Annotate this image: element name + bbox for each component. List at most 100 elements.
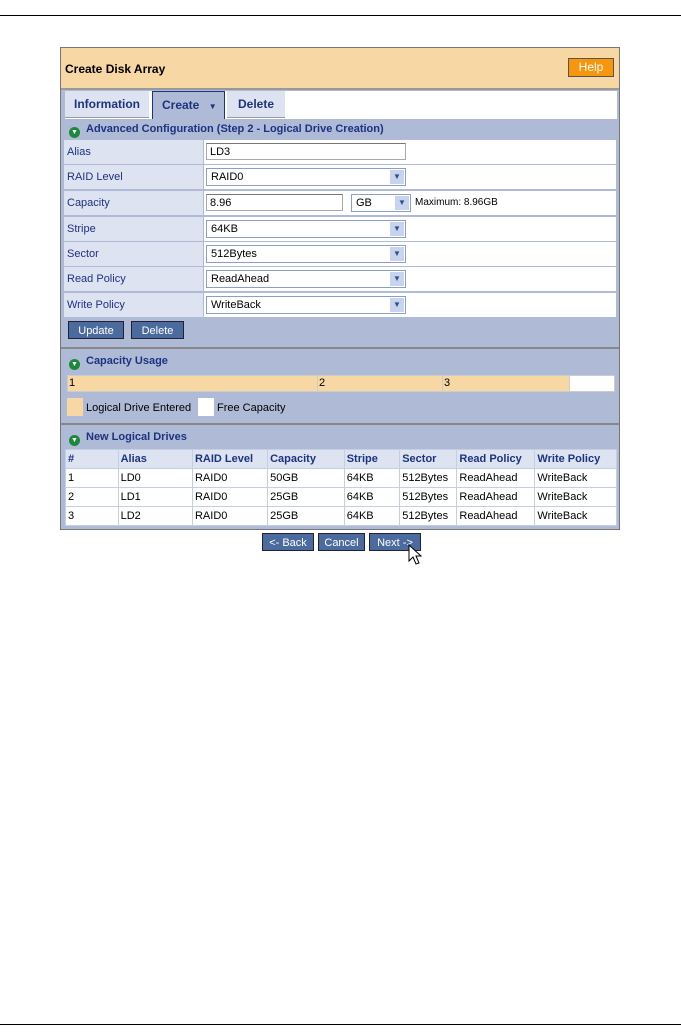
alias-row: Alias LD3 xyxy=(64,140,616,164)
divider xyxy=(61,423,619,425)
maximum-text: Maximum: 8.96GB xyxy=(415,197,498,208)
table-cell: WriteBack xyxy=(535,469,616,487)
capacity-usage-bar: 1 2 3 xyxy=(67,375,615,392)
read-policy-label: Read Policy xyxy=(64,267,203,291)
table-cell: LD1 xyxy=(118,488,192,506)
read-policy-select[interactable]: ReadAhead ▼ xyxy=(206,270,406,288)
raid-label: RAID Level xyxy=(64,165,203,189)
write-policy-select[interactable]: WriteBack ▼ xyxy=(206,296,406,314)
column-header: Capacity xyxy=(268,450,344,468)
cursor-icon xyxy=(408,544,422,565)
table-cell: 50GB xyxy=(268,469,344,487)
legend-swatch-free xyxy=(198,398,214,416)
chevron-down-icon: ▼ xyxy=(390,170,404,184)
raid-row: RAID Level RAID0 ▼ xyxy=(64,165,616,189)
stripe-value: 64KB xyxy=(211,223,238,235)
chevron-down-icon: ▼ xyxy=(390,222,404,236)
table-cell: 3 xyxy=(66,507,118,525)
table-cell: ReadAhead xyxy=(457,469,535,487)
new-drives-heading: ▼ New Logical Drives xyxy=(69,431,187,446)
usage-segment: 1 xyxy=(68,376,318,391)
read-policy-value: ReadAhead xyxy=(211,273,270,285)
usage-segment: 3 xyxy=(443,376,570,391)
write-policy-value: WriteBack xyxy=(211,299,261,311)
legend-free: Free Capacity xyxy=(217,402,286,414)
unit-value: GB xyxy=(356,197,372,209)
sector-row: Sector 512Bytes ▼ xyxy=(64,242,616,266)
column-header: Stripe xyxy=(344,450,400,468)
collapse-icon[interactable]: ▼ xyxy=(69,127,80,138)
stripe-row: Stripe 64KB ▼ xyxy=(64,217,616,241)
column-header: RAID Level xyxy=(192,450,268,468)
table-cell: LD2 xyxy=(118,507,192,525)
sector-select[interactable]: 512Bytes ▼ xyxy=(206,245,406,263)
table-cell: 64KB xyxy=(344,469,400,487)
page-title: Create Disk Array xyxy=(65,62,166,76)
legend-swatch-entered xyxy=(67,398,83,416)
alias-input[interactable]: LD3 xyxy=(206,143,406,160)
table-cell: LD0 xyxy=(118,469,192,487)
create-disk-array-panel: Create Disk Array Help Information Creat… xyxy=(60,47,620,530)
chevron-down-icon: ▼ xyxy=(390,298,404,312)
table-cell: WriteBack xyxy=(535,488,616,506)
write-policy-label: Write Policy xyxy=(64,293,203,317)
table-cell: 1 xyxy=(66,469,118,487)
legend-entered: Logical Drive Entered xyxy=(86,402,192,414)
tab-information[interactable]: Information xyxy=(65,91,149,118)
table-row[interactable]: 1 LD0 RAID0 50GB 64KB 512Bytes ReadAhead WriteB… xyxy=(66,469,616,487)
table-cell: RAID0 xyxy=(192,488,268,506)
usage-segment: 2 xyxy=(318,376,443,391)
help-button[interactable]: Help xyxy=(568,58,614,77)
column-header: Read Policy xyxy=(457,450,535,468)
tab-delete[interactable]: Delete xyxy=(227,91,285,118)
table-cell: 2 xyxy=(66,488,118,506)
column-header: Alias xyxy=(118,450,192,468)
table-cell: 512Bytes xyxy=(400,488,457,506)
back-button[interactable]: <- Back xyxy=(262,533,314,551)
cancel-button[interactable]: Cancel xyxy=(318,533,365,551)
read-policy-row: Read Policy ReadAhead ▼ xyxy=(64,267,616,291)
heading-text: Advanced Configuration (Step 2 - Logical… xyxy=(86,123,384,135)
column-header: Sector xyxy=(400,450,457,468)
tab-create[interactable]: Create ▼ xyxy=(152,91,225,119)
chevron-down-icon: ▼ xyxy=(390,247,404,261)
table-cell: WriteBack xyxy=(535,507,616,525)
alias-label: Alias xyxy=(64,140,203,164)
bottom-rule xyxy=(0,1024,681,1025)
collapse-icon[interactable]: ▼ xyxy=(69,359,80,370)
raid-value: RAID0 xyxy=(211,171,244,183)
write-policy-row: Write Policy WriteBack ▼ xyxy=(64,293,616,317)
tab-bar: Information Create ▼ Delete xyxy=(65,91,617,119)
table-row[interactable]: 3 LD2 RAID0 25GB 64KB 512Bytes ReadAhead WriteB… xyxy=(66,507,616,525)
capacity-label: Capacity xyxy=(64,191,203,215)
table-cell: 512Bytes xyxy=(400,507,457,525)
capacity-input[interactable]: 8.96 xyxy=(206,194,343,211)
tab-create-label: Create xyxy=(162,98,200,112)
sector-label: Sector xyxy=(64,242,203,266)
sector-value: 512Bytes xyxy=(211,248,257,260)
table-cell: RAID0 xyxy=(192,469,268,487)
table-cell: ReadAhead xyxy=(457,507,535,525)
table-cell: 512Bytes xyxy=(400,469,457,487)
chevron-down-icon: ▼ xyxy=(395,196,409,210)
table-cell: ReadAhead xyxy=(457,488,535,506)
chevron-down-icon: ▼ xyxy=(390,272,404,286)
heading-text: Capacity Usage xyxy=(86,355,168,367)
stripe-label: Stripe xyxy=(64,217,203,241)
top-rule xyxy=(0,15,681,16)
table-cell: 25GB xyxy=(268,488,344,506)
raid-level-select[interactable]: RAID0 ▼ xyxy=(206,168,406,186)
heading-text: New Logical Drives xyxy=(86,431,187,443)
table-row[interactable]: 2 LD1 RAID0 25GB 64KB 512Bytes ReadAhead WriteB… xyxy=(66,488,616,506)
chevron-down-icon: ▼ xyxy=(208,102,217,111)
update-button[interactable]: Update xyxy=(68,321,124,339)
delete-button[interactable]: Delete xyxy=(131,321,184,339)
unit-select[interactable]: GB ▼ xyxy=(351,194,411,212)
column-header: Write Policy xyxy=(535,450,616,468)
table-cell: 64KB xyxy=(344,507,400,525)
column-header: # xyxy=(66,450,118,468)
capacity-row: Capacity 8.96 GB ▼ Maximum: 8.96GB xyxy=(64,191,616,215)
divider xyxy=(61,347,619,349)
collapse-icon[interactable]: ▼ xyxy=(69,435,80,446)
stripe-select[interactable]: 64KB ▼ xyxy=(206,220,406,238)
